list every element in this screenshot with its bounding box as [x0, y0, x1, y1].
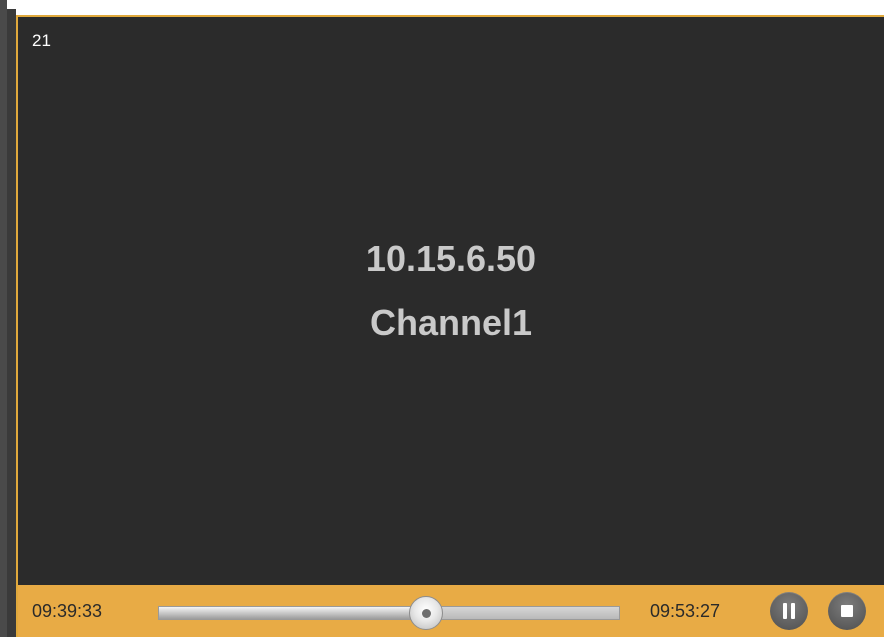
left-rail [0, 0, 7, 637]
device-ip-label: 10.15.6.50 [365, 238, 537, 279]
playback-window: 21 10.15.6.50 Channel1 09:39:33 09:53:27 [0, 0, 884, 637]
frame-left-border [7, 9, 16, 637]
progress-thumb[interactable] [409, 596, 443, 630]
pause-icon [783, 603, 796, 619]
stop-button[interactable] [828, 592, 866, 630]
playback-control-bar: 09:39:33 09:53:27 [18, 585, 884, 637]
start-time: 09:39:33 [32, 601, 103, 621]
window-number: 21 [32, 31, 51, 50]
top-strip [7, 0, 884, 9]
channel-name-label: Channel1 [369, 302, 533, 343]
progress-fill [159, 607, 426, 619]
progress-slider[interactable] [158, 596, 620, 630]
video-pane[interactable]: 21 10.15.6.50 Channel1 [18, 17, 884, 585]
end-time: 09:53:27 [650, 601, 721, 621]
pause-button[interactable] [770, 592, 808, 630]
stop-icon [841, 605, 853, 617]
thumb-dot [422, 609, 431, 618]
